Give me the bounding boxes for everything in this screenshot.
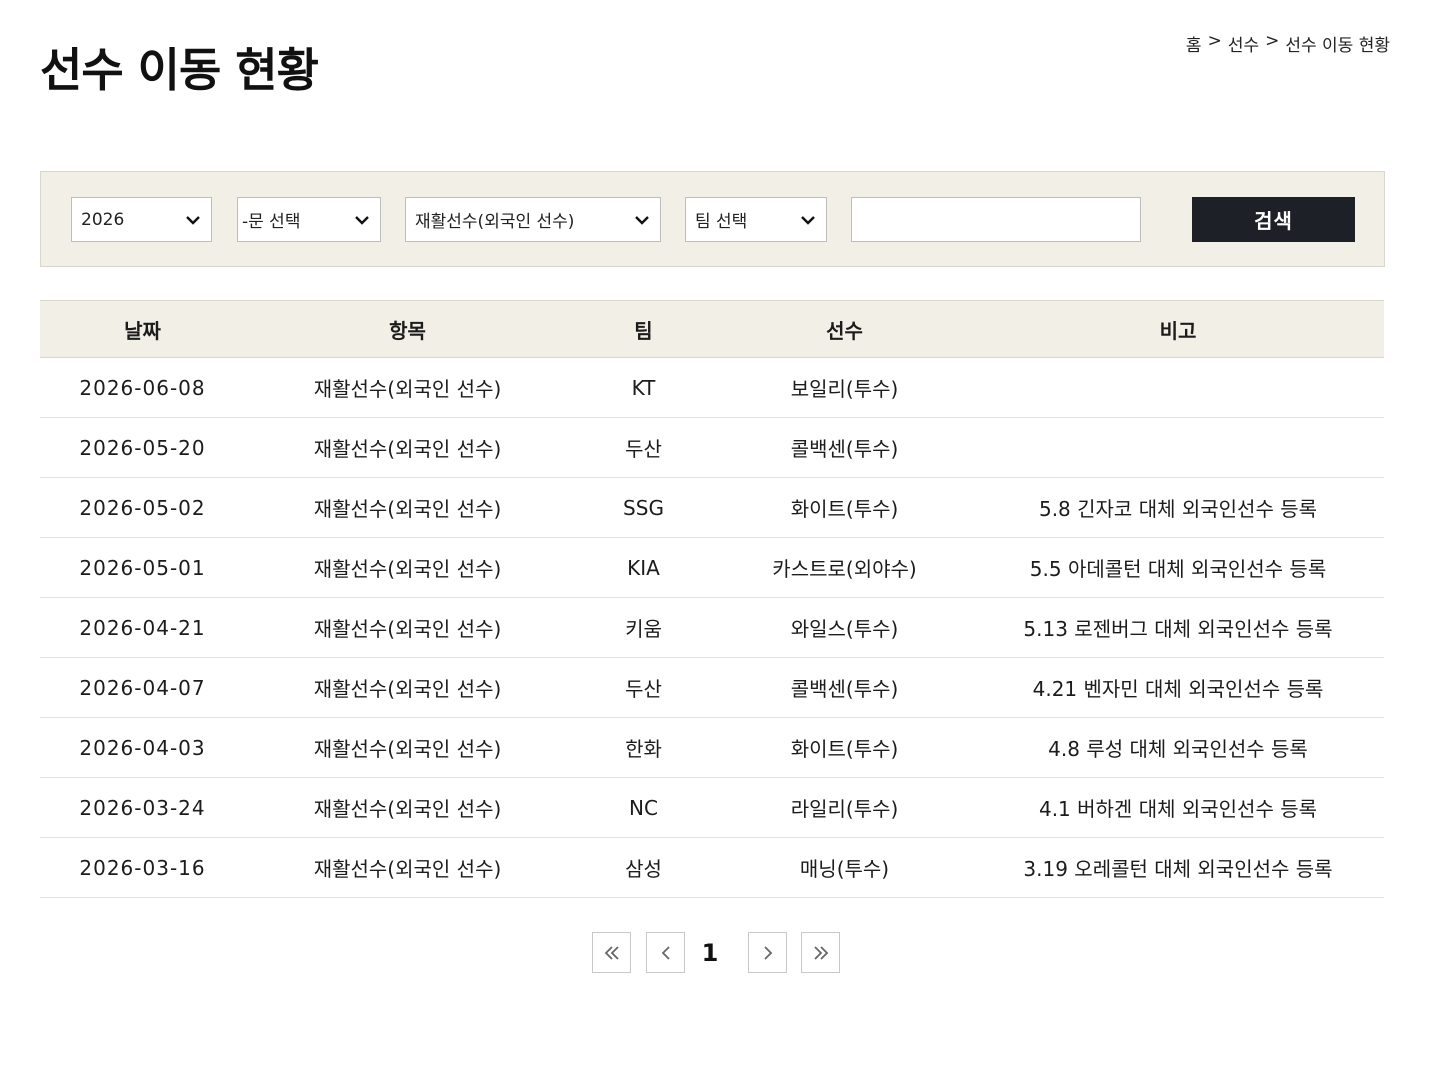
cell-note: 5.5 아데콜턴 대체 외국인선수 등록 bbox=[972, 537, 1384, 598]
table-row: 2026-05-20 재활선수(외국인 선수) 두산 콜백센(투수) bbox=[40, 417, 1384, 478]
cell-note bbox=[972, 357, 1384, 418]
chevron-down-icon bbox=[355, 215, 369, 225]
cell-item: 재활선수(외국인 선수) bbox=[245, 837, 570, 898]
table-row: 2026-04-21 재활선수(외국인 선수) 키움 와일스(투수) 5.13 … bbox=[40, 597, 1384, 658]
cell-player: 화이트(투수) bbox=[717, 717, 972, 778]
cell-item: 재활선수(외국인 선수) bbox=[245, 417, 570, 478]
cell-player: 매닝(투수) bbox=[717, 837, 972, 898]
table-row: 2026-05-02 재활선수(외국인 선수) SSG 화이트(투수) 5.8 … bbox=[40, 477, 1384, 538]
page: 선수 이동 현황 홈 > 선수 > 선수 이동 현황 2026 -문 선택 재활… bbox=[0, 0, 1448, 1086]
cell-team: KT bbox=[570, 357, 717, 418]
breadcrumb-current: 선수 이동 현황 bbox=[1285, 36, 1390, 56]
cell-player: 카스트로(외야수) bbox=[717, 537, 972, 598]
breadcrumb-separator: > bbox=[1207, 31, 1222, 51]
cell-item: 재활선수(외국인 선수) bbox=[245, 477, 570, 538]
cell-team: KIA bbox=[570, 537, 717, 598]
cell-team: NC bbox=[570, 777, 717, 838]
page-title: 선수 이동 현황 bbox=[40, 43, 319, 97]
cell-item: 재활선수(외국인 선수) bbox=[245, 597, 570, 658]
current-page-number[interactable]: 1 bbox=[699, 939, 721, 967]
cell-item: 재활선수(외국인 선수) bbox=[245, 717, 570, 778]
cell-date: 2026-05-20 bbox=[40, 417, 245, 478]
column-header-note: 비고 bbox=[972, 300, 1384, 358]
cell-date: 2026-04-07 bbox=[40, 657, 245, 718]
pagination: 1 bbox=[592, 932, 840, 973]
double-chevron-right-icon bbox=[813, 945, 828, 960]
cell-team: 두산 bbox=[570, 657, 717, 718]
year-select-value: 2026 bbox=[81, 209, 125, 230]
cell-team: 키움 bbox=[570, 597, 717, 658]
cell-player: 라일리(투수) bbox=[717, 777, 972, 838]
cell-date: 2026-06-08 bbox=[40, 357, 245, 418]
table-row: 2026-04-07 재활선수(외국인 선수) 두산 콜백센(투수) 4.21 … bbox=[40, 657, 1384, 718]
cell-note: 5.8 긴자코 대체 외국인선수 등록 bbox=[972, 477, 1384, 538]
table-row: 2026-04-03 재활선수(외국인 선수) 한화 화이트(투수) 4.8 루… bbox=[40, 717, 1384, 778]
cell-item: 재활선수(외국인 선수) bbox=[245, 777, 570, 838]
cell-player: 콜백센(투수) bbox=[717, 417, 972, 478]
division-select-value: -문 선택 bbox=[242, 212, 301, 232]
breadcrumb-players[interactable]: 선수 bbox=[1228, 31, 1259, 56]
cell-note: 4.8 루성 대체 외국인선수 등록 bbox=[972, 717, 1384, 778]
cell-date: 2026-04-03 bbox=[40, 717, 245, 778]
prev-page-button[interactable] bbox=[646, 932, 685, 973]
chevron-down-icon bbox=[635, 215, 649, 225]
breadcrumb-separator: > bbox=[1265, 31, 1280, 51]
chevron-down-icon bbox=[801, 215, 815, 225]
table-row: 2026-05-01 재활선수(외국인 선수) KIA 카스트로(외야수) 5.… bbox=[40, 537, 1384, 598]
cell-date: 2026-03-16 bbox=[40, 837, 245, 898]
cell-team: 삼성 bbox=[570, 837, 717, 898]
column-header-player: 선수 bbox=[717, 300, 972, 358]
column-header-date: 날짜 bbox=[40, 300, 245, 358]
team-select-value: 팀 선택 bbox=[695, 212, 748, 232]
cell-date: 2026-03-24 bbox=[40, 777, 245, 838]
cell-team: 한화 bbox=[570, 717, 717, 778]
cell-note: 5.13 로젠버그 대체 외국인선수 등록 bbox=[972, 597, 1384, 658]
year-select[interactable]: 2026 bbox=[71, 197, 212, 242]
cell-item: 재활선수(외국인 선수) bbox=[245, 537, 570, 598]
table-row: 2026-06-08 재활선수(외국인 선수) KT 보일리(투수) bbox=[40, 357, 1384, 418]
search-input[interactable] bbox=[851, 197, 1141, 242]
cell-item: 재활선수(외국인 선수) bbox=[245, 657, 570, 718]
chevron-left-icon bbox=[661, 945, 670, 960]
cell-date: 2026-05-02 bbox=[40, 477, 245, 538]
breadcrumb: 홈 > 선수 > 선수 이동 현황 bbox=[1186, 31, 1390, 56]
next-page-button[interactable] bbox=[748, 932, 787, 973]
chevron-down-icon bbox=[186, 215, 200, 225]
last-page-button[interactable] bbox=[801, 932, 840, 973]
search-button[interactable]: 검색 bbox=[1192, 197, 1355, 242]
column-header-item: 항목 bbox=[245, 300, 570, 358]
cell-note bbox=[972, 417, 1384, 478]
cell-player: 보일리(투수) bbox=[717, 357, 972, 418]
category-select-value: 재활선수(외국인 선수) bbox=[415, 212, 575, 232]
table-row: 2026-03-24 재활선수(외국인 선수) NC 라일리(투수) 4.1 버… bbox=[40, 777, 1384, 838]
cell-player: 와일스(투수) bbox=[717, 597, 972, 658]
cell-note: 3.19 오레콜턴 대체 외국인선수 등록 bbox=[972, 837, 1384, 898]
cell-player: 화이트(투수) bbox=[717, 477, 972, 538]
cell-note: 4.21 벤자민 대체 외국인선수 등록 bbox=[972, 657, 1384, 718]
filter-bar: 2026 -문 선택 재활선수(외국인 선수) 팀 선택 검색 bbox=[40, 171, 1385, 267]
breadcrumb-home[interactable]: 홈 bbox=[1186, 31, 1202, 56]
cell-team: SSG bbox=[570, 477, 717, 538]
column-header-team: 팀 bbox=[570, 300, 717, 358]
cell-date: 2026-04-21 bbox=[40, 597, 245, 658]
table-header-row: 날짜 항목 팀 선수 비고 bbox=[40, 300, 1384, 358]
division-select[interactable]: -문 선택 bbox=[237, 197, 381, 242]
category-select[interactable]: 재활선수(외국인 선수) bbox=[405, 197, 661, 242]
table-row: 2026-03-16 재활선수(외국인 선수) 삼성 매닝(투수) 3.19 오… bbox=[40, 837, 1384, 898]
chevron-right-icon bbox=[763, 945, 772, 960]
transfers-table: 날짜 항목 팀 선수 비고 2026-06-08 재활선수(외국인 선수) KT… bbox=[40, 300, 1384, 898]
double-chevron-left-icon bbox=[604, 945, 619, 960]
team-select[interactable]: 팀 선택 bbox=[685, 197, 827, 242]
cell-note: 4.1 버하겐 대체 외국인선수 등록 bbox=[972, 777, 1384, 838]
cell-date: 2026-05-01 bbox=[40, 537, 245, 598]
cell-player: 콜백센(투수) bbox=[717, 657, 972, 718]
cell-team: 두산 bbox=[570, 417, 717, 478]
cell-item: 재활선수(외국인 선수) bbox=[245, 357, 570, 418]
first-page-button[interactable] bbox=[592, 932, 631, 973]
